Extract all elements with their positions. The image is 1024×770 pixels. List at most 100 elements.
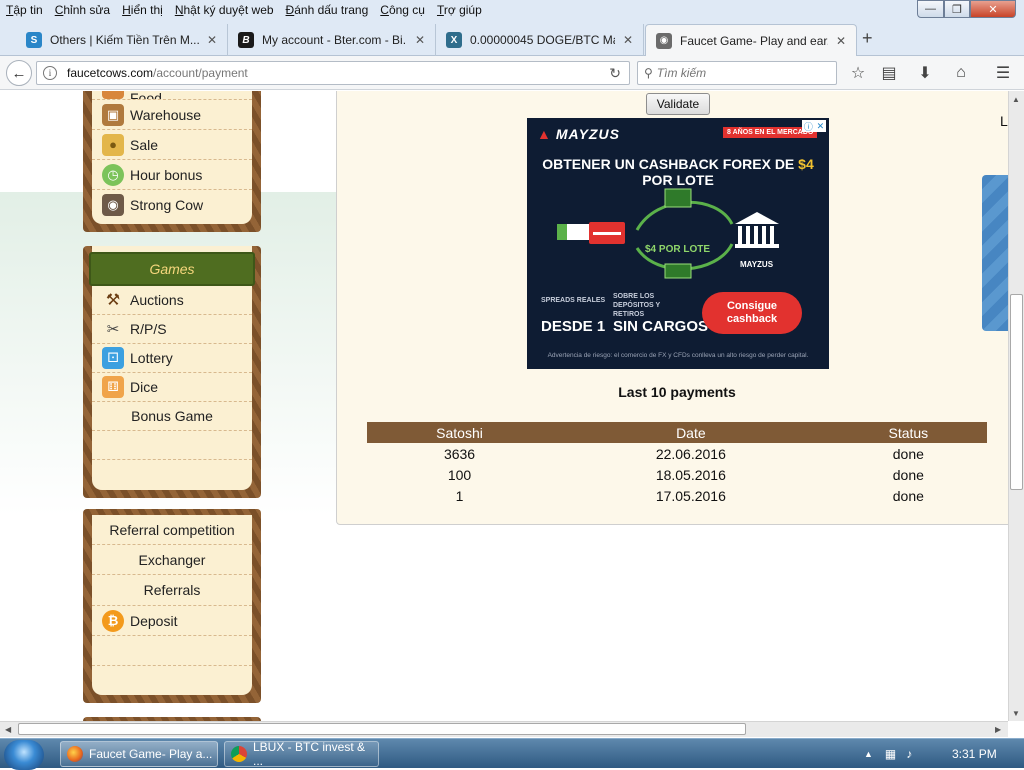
sidebar-item-label: Food: [130, 91, 162, 100]
taskbar-button-label: Faucet Game- Play a...: [89, 747, 213, 761]
menu-bookmarks[interactable]: Đánh dấu trang: [280, 2, 375, 18]
ad-disclaimer: Advertencia de riesgo: el comercio de FX…: [547, 352, 809, 359]
search-input[interactable]: [656, 66, 827, 80]
scroll-down-arrow-icon[interactable]: ▼: [1012, 709, 1020, 718]
sidebar-item-label: Deposit: [130, 612, 178, 629]
sidebar-item-label: Lottery: [130, 350, 173, 366]
sidebar-item-referrals[interactable]: Referrals: [92, 575, 252, 606]
sidebar-item-strong-cow[interactable]: ◉ Strong Cow: [92, 190, 252, 220]
start-button[interactable]: [4, 740, 44, 770]
network-icon[interactable]: ▦: [885, 747, 896, 761]
payment-panel: Validate ▲ MAYZUS 8 AÑOS EN EL MERCADO ⓘ ✕…: [336, 91, 1008, 525]
hamburger-menu-icon[interactable]: ☰: [992, 63, 1014, 83]
menu-file[interactable]: Tập tin: [0, 2, 49, 18]
sidebar-empty-row: [92, 636, 252, 666]
address-bar[interactable]: i faucetcows.com/account/payment ↻: [36, 61, 630, 85]
sidebar-item-label: Warehouse: [130, 106, 202, 123]
ad-center-label: $4 POR LOTE: [645, 244, 711, 255]
tab-title: Others | Kiếm Tiền Trên M...: [50, 33, 199, 47]
table-row: 1 17.05.2016 done: [367, 485, 987, 506]
sidebar-item-hour-bonus[interactable]: ◷ Hour bonus: [92, 160, 252, 190]
minimize-button[interactable]: —: [917, 0, 944, 18]
menu-tools[interactable]: Công cụ: [374, 2, 431, 18]
reading-list-icon[interactable]: ▤: [878, 63, 900, 83]
search-box[interactable]: ⚲: [637, 61, 837, 85]
coins-icon: ●: [102, 133, 124, 156]
close-tab-icon[interactable]: ✕: [415, 33, 425, 47]
ad-brand-text: MAYZUS: [555, 126, 620, 142]
money-icon: [664, 263, 692, 279]
url-text[interactable]: faucetcows.com/account/payment: [67, 66, 248, 80]
tab-title: 0.00000045 DOGE/BTC Mar...: [470, 33, 615, 47]
close-tab-icon[interactable]: ✕: [623, 33, 633, 47]
sidebar-item-deposit[interactable]: ₿ Deposit: [92, 606, 252, 636]
cell-status: done: [892, 445, 924, 462]
rps-icon: ✂: [106, 321, 120, 338]
vertical-scroll-thumb[interactable]: [1010, 294, 1023, 490]
search-icon: ⚲: [644, 66, 653, 80]
close-tab-icon[interactable]: ✕: [207, 33, 217, 47]
taskbar-clock[interactable]: 3:31 PM: [952, 747, 997, 761]
sidebar-item-dice[interactable]: ⚅ Dice: [92, 373, 252, 402]
right-panel-banner[interactable]: [982, 175, 1008, 331]
cell-date: 22.06.2016: [655, 445, 726, 462]
taskbar-button-firefox[interactable]: Faucet Game- Play a...: [60, 741, 218, 767]
url-path: /account/payment: [153, 66, 248, 80]
cell-status: done: [892, 466, 924, 483]
sidebar-item-referral-competition[interactable]: Referral competition: [92, 515, 252, 545]
info-icon[interactable]: i: [43, 66, 57, 80]
browser-tab[interactable]: S Others | Kiếm Tiền Trên M... ✕: [16, 24, 228, 56]
reload-icon[interactable]: ↻: [609, 65, 621, 82]
sidebar-item-rps[interactable]: ✂ R/P/S: [92, 315, 252, 344]
payments-title: Last 10 payments: [618, 384, 736, 400]
validate-button[interactable]: Validate: [646, 93, 710, 115]
tray-expand-icon[interactable]: ▲: [864, 749, 873, 759]
menu-view[interactable]: Hiển thị: [116, 2, 169, 18]
menu-history[interactable]: Nhật ký duyệt web: [169, 2, 280, 18]
ad-feature1-label: SPREADS REALES: [541, 297, 606, 304]
ad-cashback-diagram: [557, 188, 779, 279]
download-icon[interactable]: ⬇: [914, 63, 936, 83]
warehouse-icon: ▣: [102, 103, 124, 126]
home-icon[interactable]: ⌂: [950, 63, 972, 83]
ad-cta-button[interactable]: Consigue cashback: [702, 292, 802, 334]
cow-icon: ◉: [102, 194, 124, 216]
browser-tab-active[interactable]: ◉ Faucet Game- Play and ear... ✕: [645, 24, 857, 56]
scroll-left-arrow-icon[interactable]: ◀: [5, 725, 11, 734]
advertisement-banner[interactable]: ▲ MAYZUS 8 AÑOS EN EL MERCADO ⓘ ✕ OBTENER …: [527, 118, 829, 369]
sidebar-item-auctions[interactable]: ⚒ Auctions: [92, 286, 252, 315]
column-header-date: Date: [552, 422, 830, 443]
horizontal-scroll-thumb[interactable]: [18, 723, 746, 735]
menu-edit[interactable]: Chỉnh sửa: [49, 2, 116, 18]
sidebar-item-label: Exchanger: [138, 551, 206, 568]
sidebar-item-label: Sale: [130, 136, 159, 153]
table-row: 100 18.05.2016 done: [367, 464, 987, 485]
new-tab-button[interactable]: +: [862, 28, 873, 49]
browser-tab[interactable]: X 0.00000045 DOGE/BTC Mar... ✕: [436, 24, 644, 56]
taskbar-button-chrome[interactable]: LBUX - BTC invest & ...: [224, 740, 379, 768]
close-tab-icon[interactable]: ✕: [836, 34, 846, 48]
x-logo-icon: X: [446, 32, 462, 48]
bookmark-star-icon[interactable]: ☆: [847, 63, 869, 83]
volume-icon[interactable]: ♪: [906, 747, 912, 761]
maximize-button[interactable]: ❐: [944, 0, 970, 18]
system-tray: ▲ ▦ ♪: [864, 741, 912, 767]
sidebar-item-sale[interactable]: ● Sale: [92, 130, 252, 160]
adchoices-icon[interactable]: ⓘ ✕: [802, 120, 826, 132]
menu-help[interactable]: Trợ giúp: [431, 2, 488, 18]
food-icon: [102, 91, 124, 99]
scroll-up-arrow-icon[interactable]: ▲: [1012, 95, 1020, 104]
sidebar-item-lottery[interactable]: ⚀ Lottery: [92, 344, 252, 373]
browser-tab[interactable]: B My account - Bter.com - Bi... ✕: [228, 24, 436, 56]
scroll-right-arrow-icon[interactable]: ▶: [995, 725, 1001, 734]
sidebar-item-exchanger[interactable]: Exchanger: [92, 545, 252, 575]
sidebar-item-warehouse[interactable]: ▣ Warehouse: [92, 100, 252, 130]
tab-strip: S Others | Kiếm Tiền Trên M... ✕ B My ac…: [0, 20, 1024, 56]
sidebar-item-bonus-game[interactable]: Bonus Game: [92, 402, 252, 431]
ad-feature2-label: SOBRE LOS DEPÓSITOS Y RETIROS: [613, 293, 661, 318]
back-button[interactable]: ←: [6, 60, 32, 86]
sidebar-item-food[interactable]: Food: [92, 91, 252, 100]
bitcoin-icon: ₿: [102, 609, 124, 632]
sidebar-item-label: Bonus Game: [131, 408, 213, 424]
close-window-button[interactable]: ✕: [970, 0, 1016, 18]
